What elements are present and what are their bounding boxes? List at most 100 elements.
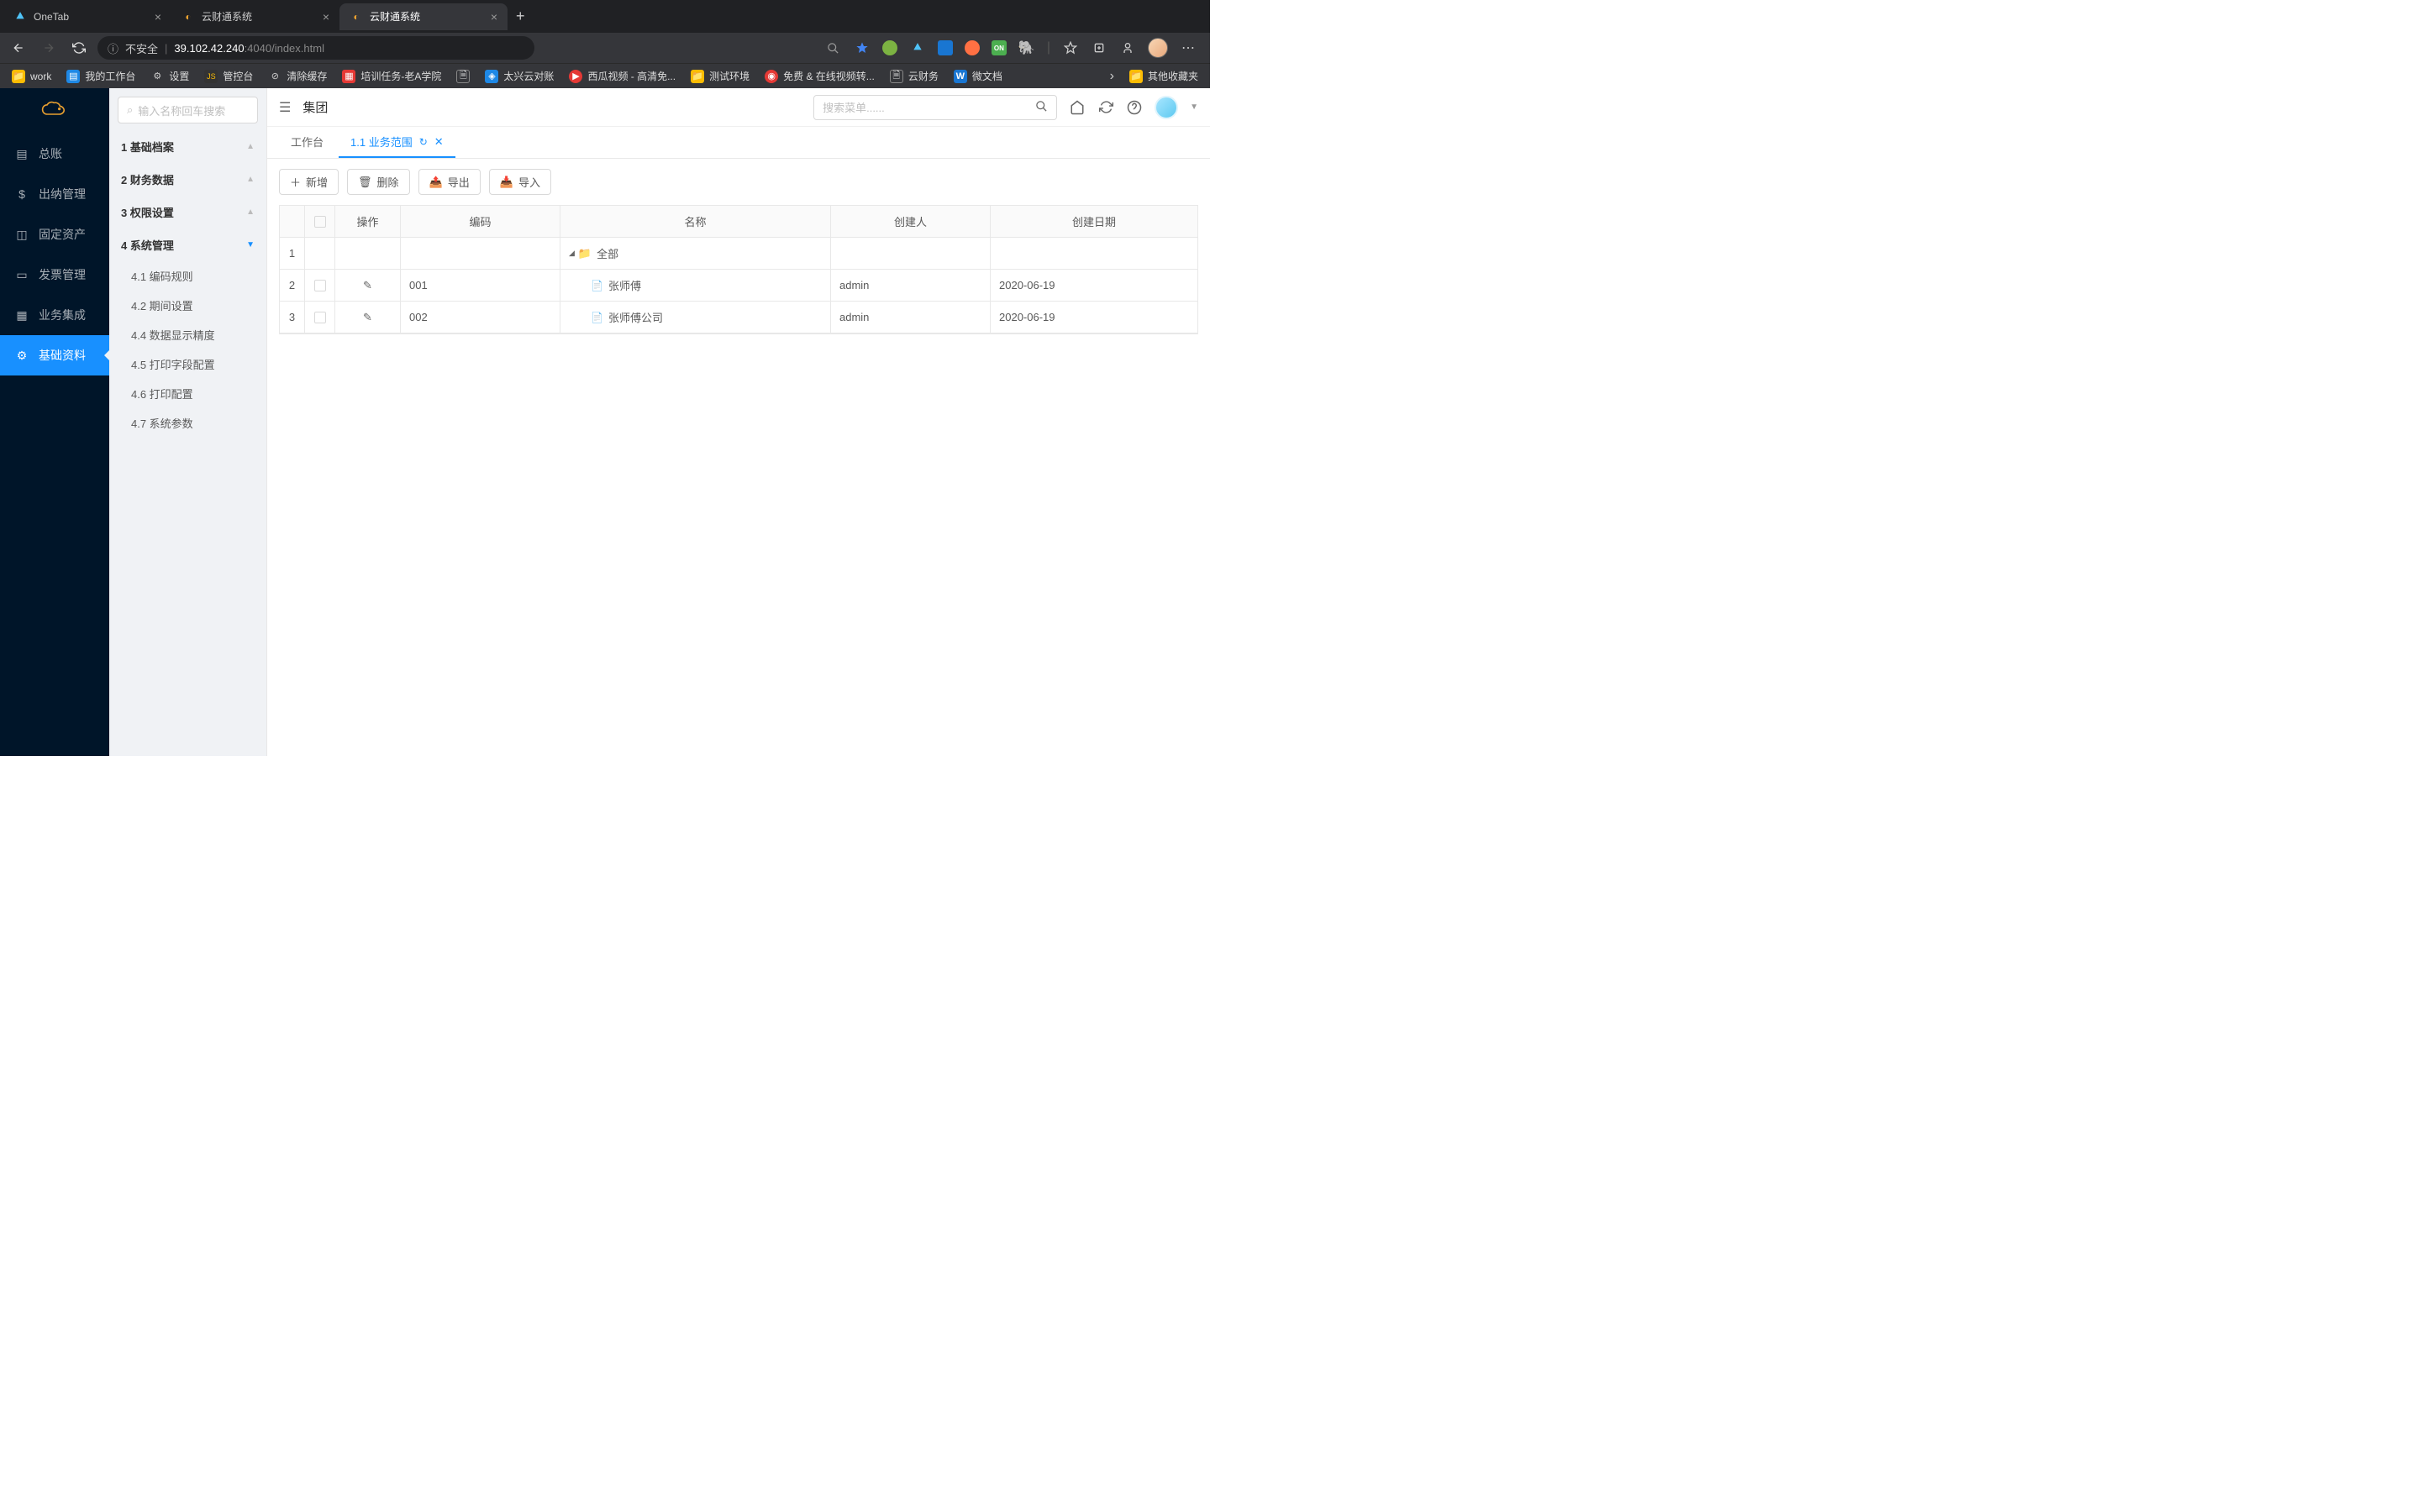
- user-avatar[interactable]: [1148, 38, 1168, 58]
- section-system[interactable]: 4 系统管理▼: [118, 228, 258, 261]
- bookmark-training[interactable]: ▦培训任务-老A学院: [337, 66, 446, 87]
- menu-toggle-icon[interactable]: ☰: [279, 99, 291, 116]
- search-icon[interactable]: [825, 39, 842, 56]
- bookmark-other[interactable]: 📁其他收藏夹: [1124, 66, 1203, 87]
- refresh-icon[interactable]: ↻: [419, 136, 428, 148]
- ext-icon-4[interactable]: [965, 40, 980, 55]
- app-logo[interactable]: [0, 88, 109, 134]
- bookmark-console[interactable]: JS管控台: [199, 66, 258, 87]
- ext-icon-3[interactable]: [938, 40, 953, 55]
- bookmark-taixing[interactable]: ◈太兴云对账: [480, 66, 559, 87]
- menu-icon[interactable]: ⋯: [1180, 39, 1197, 56]
- ext-icon-6[interactable]: 🐘: [1018, 39, 1035, 56]
- section-finance[interactable]: 2 财务数据▲: [118, 163, 258, 196]
- forward-button[interactable]: [37, 36, 60, 60]
- user-caret-icon[interactable]: ▼: [1190, 102, 1198, 112]
- checkbox-all[interactable]: [314, 216, 326, 228]
- section-label: 1 基础档案: [121, 139, 174, 155]
- bookmark-testenv[interactable]: 📁测试环境: [686, 66, 755, 87]
- bookmark-clearcache[interactable]: ⊘清除缓存: [263, 66, 332, 87]
- refresh-icon[interactable]: [1097, 99, 1114, 116]
- tab-title: OneTab: [34, 11, 69, 23]
- chevron-right-icon[interactable]: ›: [1105, 69, 1119, 84]
- sidebar-item-invoice[interactable]: ▭发票管理: [0, 255, 109, 295]
- invoice-icon: ▭: [15, 268, 29, 281]
- new-tab-button[interactable]: +: [508, 8, 534, 25]
- close-icon[interactable]: ✕: [434, 135, 444, 149]
- sidebar-item-integration[interactable]: ▦业务集成: [0, 295, 109, 335]
- sidebar-item-asset[interactable]: ◫固定资产: [0, 214, 109, 255]
- tree-collapse-icon[interactable]: ◢: [569, 249, 575, 258]
- bookmark-workspace[interactable]: ▤我的工作台: [61, 66, 140, 87]
- bookmark-xigua[interactable]: ▶西瓜视频 - 高清免...: [564, 66, 681, 87]
- ext-icon-5[interactable]: ON: [992, 40, 1007, 55]
- subitem-printfield[interactable]: 4.5 打印字段配置: [118, 349, 258, 379]
- section-permission[interactable]: 3 权限设置▲: [118, 196, 258, 228]
- sidebar-item-ledger[interactable]: ▤总账: [0, 134, 109, 174]
- subitem-printconfig[interactable]: 4.6 打印配置: [118, 379, 258, 408]
- bookmark-label: 其他收藏夹: [1148, 69, 1198, 83]
- sidebar-item-cashier[interactable]: $出纳管理: [0, 174, 109, 214]
- table-row[interactable]: 1 ◢📁全部: [280, 238, 1197, 270]
- close-icon[interactable]: ×: [491, 10, 497, 24]
- close-icon[interactable]: ×: [155, 10, 161, 24]
- ext-icon-1[interactable]: [882, 40, 897, 55]
- subitem-precision[interactable]: 4.4 数据显示精度: [118, 320, 258, 349]
- bookmark-video[interactable]: ◉免费 & 在线视频转...: [760, 66, 880, 87]
- export-icon: 📤: [429, 176, 443, 189]
- plus-icon: ＋: [290, 174, 301, 190]
- address-bar[interactable]: ⓘ 不安全 | 39.102.42.240:4040/index.html: [97, 36, 534, 60]
- onetab-icon: [13, 10, 27, 24]
- bookmark-page1[interactable]: 🗎: [451, 66, 475, 87]
- ext-icon-2[interactable]: [909, 39, 926, 56]
- btn-label: 导入: [518, 174, 540, 190]
- table-row[interactable]: 2 ✎ 001 📄张师傅 admin 2020-06-19: [280, 270, 1197, 302]
- reload-button[interactable]: [67, 36, 91, 60]
- star-icon[interactable]: [854, 39, 871, 56]
- browser-tab-onetab[interactable]: OneTab ×: [3, 3, 171, 30]
- edit-icon[interactable]: ✎: [363, 311, 372, 324]
- cell-code: 002: [401, 302, 560, 333]
- bookmark-icon: ◉: [765, 70, 778, 83]
- menu-search-input[interactable]: 搜索菜单......: [813, 95, 1057, 120]
- subitem-period[interactable]: 4.2 期间设置: [118, 291, 258, 320]
- col-number: [280, 206, 305, 237]
- edit-icon[interactable]: ✎: [363, 279, 372, 292]
- bookmark-finance[interactable]: 🗎云财务: [885, 66, 944, 87]
- table-row[interactable]: 3 ✎ 002 📄张师傅公司 admin 2020-06-19: [280, 302, 1197, 333]
- submenu-search[interactable]: ⌕ 输入名称回车搜索: [118, 97, 258, 123]
- bookmark-weidoc[interactable]: W微文档: [949, 66, 1007, 87]
- home-icon[interactable]: [1069, 99, 1086, 116]
- user-avatar[interactable]: [1155, 96, 1178, 119]
- main-sidebar: ▤总账 $出纳管理 ◫固定资产 ▭发票管理 ▦业务集成 ⚙基础资料: [0, 88, 109, 756]
- sidebar-item-base[interactable]: ⚙基础资料: [0, 335, 109, 375]
- close-icon[interactable]: ×: [323, 10, 329, 24]
- row-checkbox[interactable]: [314, 312, 326, 323]
- import-button[interactable]: 📥导入: [489, 169, 551, 195]
- bookmark-label: 测试环境: [709, 69, 750, 83]
- bookmark-work[interactable]: 📁work: [7, 66, 56, 87]
- delete-button[interactable]: 🗑删除: [347, 169, 410, 195]
- tab-business-scope[interactable]: 1.1 业务范围 ↻ ✕: [339, 127, 455, 158]
- row-checkbox[interactable]: [314, 280, 326, 291]
- subitem-sysparam[interactable]: 4.7 系统参数: [118, 408, 258, 438]
- table-header: 操作 编码 名称 创建人 创建日期: [280, 206, 1197, 238]
- url-host: 39.102.42.240: [174, 42, 244, 55]
- browser-tab-2[interactable]: ◐ 云财通系统 ×: [339, 3, 508, 30]
- tab-workspace[interactable]: 工作台: [279, 127, 335, 158]
- sidebar-label: 出纳管理: [39, 186, 86, 202]
- subitem-coderule[interactable]: 4.1 编码规则: [118, 261, 258, 291]
- back-button[interactable]: [7, 36, 30, 60]
- btn-label: 导出: [448, 174, 470, 190]
- section-basic[interactable]: 1 基础档案▲: [118, 130, 258, 163]
- export-button[interactable]: 📤 导出: [418, 169, 481, 195]
- add-button[interactable]: ＋新增: [279, 169, 339, 195]
- bookmark-settings[interactable]: ⚙设置: [145, 66, 194, 87]
- reading-list-icon[interactable]: [1062, 39, 1079, 56]
- help-icon[interactable]: [1126, 99, 1143, 116]
- clear-icon: ⊘: [268, 70, 281, 83]
- profile-icon[interactable]: [1119, 39, 1136, 56]
- browser-tab-1[interactable]: ◐ 云财通系统 ×: [171, 3, 339, 30]
- collections-icon[interactable]: [1091, 39, 1107, 56]
- address-bar-row: ⓘ 不安全 | 39.102.42.240:4040/index.html ON…: [0, 33, 1210, 63]
